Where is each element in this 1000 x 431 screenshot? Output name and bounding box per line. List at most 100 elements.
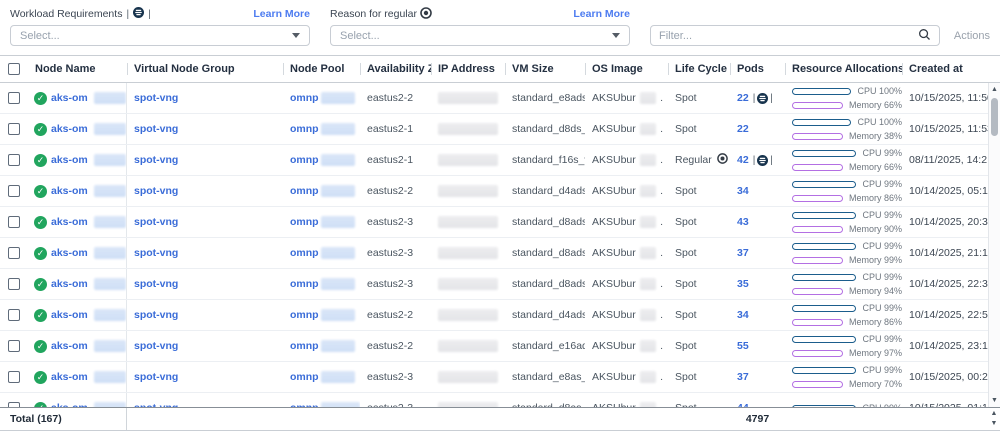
table-footer: Total (167) 4797 ▲ ▼ [0, 407, 1000, 431]
pods-count-link[interactable]: 34 [737, 309, 749, 321]
pods-count-link[interactable]: 22 [737, 92, 749, 104]
table-row[interactable]: ✓aks-omspot-vngomnpeastus2-2standard_e16… [0, 331, 1000, 362]
filter-search-box[interactable] [650, 25, 940, 46]
pods-count-link[interactable]: 34 [737, 185, 749, 197]
virtual-node-group-link[interactable]: spot-vng [134, 92, 178, 104]
pods-count-link[interactable]: 35 [737, 278, 749, 290]
table-row[interactable]: ✓aks-omspot-vngomnpeastus2-3standard_d8a… [0, 238, 1000, 269]
scrollbar-down-icon[interactable]: ▼ [989, 397, 1000, 404]
column-header-node-pool[interactable]: Node Pool [283, 56, 360, 82]
virtual-node-group-link[interactable]: spot-vng [134, 123, 178, 135]
node-pool-link[interactable]: omnp [290, 154, 319, 166]
table-row[interactable]: ✓aks-omspot-vngomnpeastus2-2standard_e8a… [0, 83, 1000, 114]
column-header-availability-zone[interactable]: Availability Zone [360, 56, 431, 82]
virtual-node-group-link[interactable]: spot-vng [134, 154, 178, 166]
pods-count-link[interactable]: 55 [737, 340, 749, 352]
scroll-down-icon[interactable]: ▼ [991, 420, 998, 428]
row-checkbox[interactable] [8, 371, 20, 383]
row-checkbox[interactable] [8, 278, 20, 290]
availability-zone-value: eastus2-1 [367, 154, 413, 166]
column-header-created-at[interactable]: Created at [902, 56, 988, 82]
pods-workload-badge[interactable]: || [752, 93, 774, 104]
table-row[interactable]: ✓aks-omspot-vngomnpeastus2-1standard_d8d… [0, 114, 1000, 145]
column-header-pods[interactable]: Pods [730, 56, 785, 82]
row-checkbox[interactable] [8, 340, 20, 352]
pods-count-link[interactable]: 37 [737, 371, 749, 383]
vertical-scrollbar[interactable]: ▲ ▼ [988, 83, 1000, 407]
column-header-virtual-node-group[interactable]: Virtual Node Group [127, 56, 283, 82]
redacted-node-name [94, 340, 126, 352]
regular-reason-icon[interactable] [717, 153, 728, 167]
node-name-link[interactable]: aks-om [51, 278, 88, 290]
node-pool-link[interactable]: omnp [290, 309, 319, 321]
node-pool-link[interactable]: omnp [290, 92, 319, 104]
select-all-checkbox[interactable] [8, 63, 20, 75]
redacted-ip-address [438, 216, 498, 228]
row-checkbox[interactable] [8, 123, 20, 135]
scrollbar-thumb[interactable] [991, 98, 998, 136]
virtual-node-group-link[interactable]: spot-vng [134, 216, 178, 228]
memory-bar [792, 381, 843, 388]
table-row[interactable]: ✓aks-omspot-vngomnpeastus2-1standard_f16… [0, 145, 1000, 176]
table-row[interactable]: ✓aks-omspot-vngomnpeastus2-3standard_d8a… [0, 207, 1000, 238]
actions-button[interactable]: Actions [954, 25, 990, 46]
reason-learn-more-link[interactable]: Learn More [573, 8, 630, 20]
node-pool-link[interactable]: omnp [290, 123, 319, 135]
node-name-link[interactable]: aks-om [51, 247, 88, 259]
table-row[interactable]: ✓aks-omspot-vngomnpeastus2-3standard_e8a… [0, 362, 1000, 393]
node-pool-link[interactable]: omnp [290, 247, 319, 259]
column-header-resource-allocations[interactable]: Resource Allocations↓≡ [785, 56, 902, 82]
node-name-link[interactable]: aks-om [51, 154, 88, 166]
node-pool-link[interactable]: omnp [290, 185, 319, 197]
node-pool-link[interactable]: omnp [290, 278, 319, 290]
table-row[interactable]: ✓aks-omspot-vngomnpeastus2-3standard_d8a… [0, 393, 1000, 407]
node-pool-link[interactable]: omnp [290, 371, 319, 383]
scroll-up-icon[interactable]: ▲ [991, 410, 998, 418]
ip-address-cell [431, 83, 505, 113]
vm-size-value: standard_e16ad… [512, 340, 585, 352]
table-row[interactable]: ✓aks-omspot-vngomnpeastus2-2standard_d4a… [0, 176, 1000, 207]
column-header-vm-size[interactable]: VM Size [505, 56, 585, 82]
node-name-link[interactable]: aks-om [51, 371, 88, 383]
node-pool-link[interactable]: omnp [290, 216, 319, 228]
workload-learn-more-link[interactable]: Learn More [253, 8, 310, 20]
virtual-node-group-link[interactable]: spot-vng [134, 371, 178, 383]
row-checkbox-cell [0, 393, 28, 407]
filter-input[interactable] [659, 30, 918, 42]
node-pool-link[interactable]: omnp [290, 340, 319, 352]
column-header-node-name[interactable]: Node Name [28, 56, 127, 82]
virtual-node-group-link[interactable]: spot-vng [134, 278, 178, 290]
virtual-node-group-link[interactable]: spot-vng [134, 309, 178, 321]
column-header-os-image[interactable]: OS Image [585, 56, 668, 82]
column-header-life-cycle[interactable]: Life Cycle [668, 56, 730, 82]
row-checkbox[interactable] [8, 309, 20, 321]
node-name-link[interactable]: aks-om [51, 309, 88, 321]
pods-count-link[interactable]: 22 [737, 123, 749, 135]
node-name-link[interactable]: aks-om [51, 92, 88, 104]
column-header-ip-address[interactable]: IP Address [431, 56, 505, 82]
pods-workload-badge[interactable]: || [752, 155, 774, 166]
node-name-cell: ✓aks-om [28, 145, 127, 175]
row-checkbox[interactable] [8, 216, 20, 228]
virtual-node-group-link[interactable]: spot-vng [134, 340, 178, 352]
node-name-link[interactable]: aks-om [51, 185, 88, 197]
node-name-link[interactable]: aks-om [51, 123, 88, 135]
node-name-link[interactable]: aks-om [51, 340, 88, 352]
search-icon[interactable] [918, 28, 931, 44]
workload-requirements-select[interactable]: Select... [10, 25, 310, 46]
row-checkbox[interactable] [8, 185, 20, 197]
pods-count-link[interactable]: 42 [737, 154, 749, 166]
row-checkbox[interactable] [8, 154, 20, 166]
table-row[interactable]: ✓aks-omspot-vngomnpeastus2-3standard_d8a… [0, 269, 1000, 300]
row-checkbox[interactable] [8, 247, 20, 259]
node-name-link[interactable]: aks-om [51, 216, 88, 228]
pods-count-link[interactable]: 43 [737, 216, 749, 228]
table-row[interactable]: ✓aks-omspot-vngomnpeastus2-2standard_d4a… [0, 300, 1000, 331]
pods-count-link[interactable]: 37 [737, 247, 749, 259]
virtual-node-group-link[interactable]: spot-vng [134, 185, 178, 197]
node-pool-cell: omnp [283, 145, 360, 175]
reason-for-regular-select[interactable]: Select... [330, 25, 630, 46]
scrollbar-up-icon[interactable]: ▲ [989, 86, 1000, 93]
virtual-node-group-link[interactable]: spot-vng [134, 247, 178, 259]
row-checkbox[interactable] [8, 92, 20, 104]
